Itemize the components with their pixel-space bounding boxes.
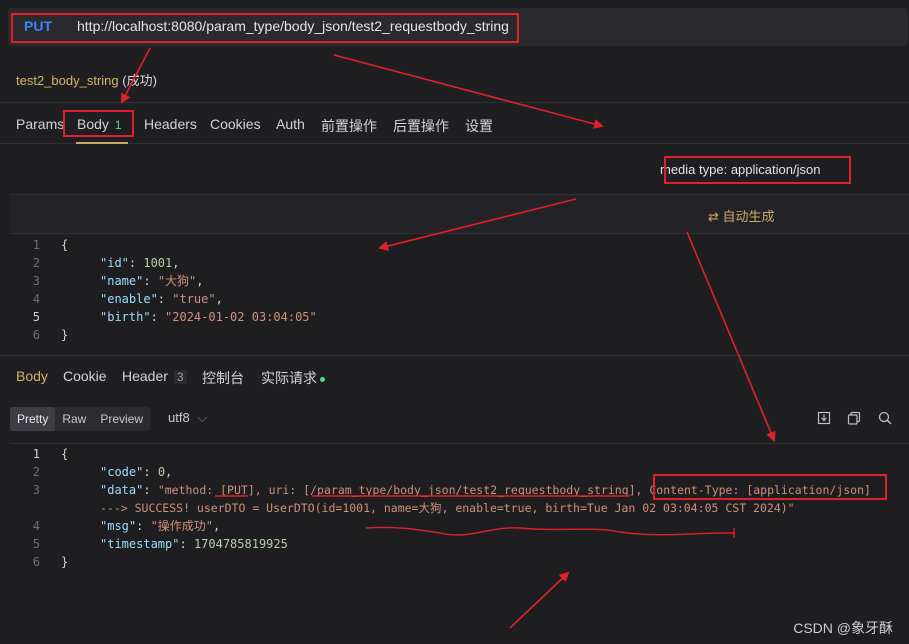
- copy-icon[interactable]: [846, 410, 862, 426]
- tab-pre-ops[interactable]: 前置操作: [321, 116, 377, 136]
- request-body-editor[interactable]: 1{ 2 "id": 1001, 3 "name": "大狗", 4 "enable"…: [10, 236, 909, 346]
- format-preview-button[interactable]: Preview: [93, 407, 150, 431]
- json-key: "msg": [100, 519, 137, 533]
- line-number: 1: [32, 447, 40, 461]
- line-number: 6: [32, 555, 40, 569]
- request-tabs: Params Body 1 Headers Cookies Auth 前置操作 后…: [0, 102, 909, 144]
- line-number: 4: [32, 519, 40, 533]
- json-key: "data": [100, 483, 144, 497]
- code-line: 5 "birth": "2024-01-02 03:04:05": [10, 308, 909, 326]
- resp-tab-console[interactable]: 控制台: [202, 368, 244, 388]
- encoding-select[interactable]: utf8 ⌵: [168, 410, 207, 426]
- api-name: test2_body_string (成功): [16, 70, 157, 89]
- line-number: 3: [32, 274, 40, 288]
- json-value: "true": [172, 292, 216, 306]
- url-bar[interactable]: PUT http://localhost:8080/param_type/bod…: [8, 8, 908, 46]
- json-value: "2024-01-02 03:04:05": [165, 310, 317, 324]
- resp-tab-cookie[interactable]: Cookie: [63, 368, 107, 384]
- code-line: 1{: [10, 236, 909, 254]
- resp-tab-header[interactable]: Header 3: [122, 368, 187, 384]
- resp-tab-header-badge: 3: [173, 370, 187, 384]
- code-text: {: [61, 238, 69, 252]
- line-number: 5: [32, 310, 40, 324]
- json-value: "method: [PUT], uri: [/param_type/body_j…: [157, 483, 871, 497]
- json-value: 1704785819925: [193, 537, 288, 551]
- tab-pre-ops-label: 前置操作: [321, 118, 377, 134]
- download-icon[interactable]: [816, 410, 832, 426]
- tab-headers-label: Headers: [144, 116, 197, 132]
- json-key: "code": [100, 465, 144, 479]
- json-key: "enable": [100, 292, 158, 306]
- tab-headers[interactable]: Headers: [144, 116, 197, 132]
- code-text: }: [61, 328, 69, 342]
- code-line: 2 "code": 0,: [10, 463, 909, 481]
- tab-body[interactable]: Body 1: [76, 116, 128, 144]
- code-line: 3 "name": "大狗",: [10, 272, 909, 290]
- format-pretty-button[interactable]: Pretty: [10, 407, 56, 431]
- resp-tab-header-label: Header: [122, 368, 168, 384]
- code-line: 6}: [10, 553, 909, 571]
- response-tabs: Body Cookie Header 3 控制台 实际请求: [0, 355, 909, 395]
- tab-cookies[interactable]: Cookies: [210, 116, 261, 132]
- json-key: "timestamp": [100, 537, 180, 551]
- api-status: (成功): [122, 73, 157, 88]
- code-line: 2 "id": 1001,: [10, 254, 909, 272]
- line-number: 2: [32, 256, 40, 270]
- auto-generate-button[interactable]: ⇄ 自动生成: [708, 206, 775, 225]
- code-line: ---> SUCCESS! userDTO = UserDTO(id=1001,…: [10, 499, 909, 517]
- tab-body-label: Body: [77, 116, 109, 132]
- tab-body-badge: 1: [114, 118, 122, 132]
- status-dot: [320, 376, 325, 382]
- code-line: 6}: [10, 326, 909, 344]
- line-number: 2: [32, 465, 40, 479]
- resp-tab-actual-request-label: 实际请求: [261, 370, 317, 386]
- tab-auth-label: Auth: [276, 116, 305, 132]
- line-number: 6: [32, 328, 40, 342]
- code-line: 1{: [10, 445, 909, 463]
- json-value: 0: [157, 465, 166, 479]
- url-input[interactable]: http://localhost:8080/param_type/body_js…: [77, 18, 509, 34]
- http-method[interactable]: PUT: [24, 18, 52, 34]
- line-number: 4: [32, 292, 40, 306]
- api-name-label: test2_body_string: [16, 73, 119, 88]
- json-key: "id": [100, 256, 129, 270]
- refresh-icon: ⇄: [708, 209, 719, 224]
- line-number: 3: [32, 483, 40, 497]
- json-value-continued: ---> SUCCESS! userDTO = UserDTO(id=1001,…: [100, 501, 795, 515]
- tab-params[interactable]: Params: [16, 116, 64, 132]
- tab-params-label: Params: [16, 116, 65, 132]
- watermark: CSDN @象牙酥: [793, 620, 893, 636]
- auto-generate-label: 自动生成: [722, 209, 775, 224]
- code-line: 3 "data": "method: [PUT], uri: [/param_ty…: [10, 481, 909, 499]
- json-key: "name": [100, 274, 144, 288]
- format-switch: Pretty Raw Preview: [10, 407, 151, 431]
- tab-post-ops-label: 后置操作: [393, 118, 449, 134]
- tab-cookies-label: Cookies: [210, 116, 261, 132]
- line-number: 1: [32, 238, 40, 252]
- code-text: }: [61, 555, 69, 569]
- code-line: 4 "msg": "操作成功",: [10, 517, 909, 535]
- media-type-selector[interactable]: media type: application/json: [660, 162, 820, 177]
- search-icon[interactable]: [877, 410, 893, 426]
- response-body-viewer[interactable]: 1{ 2 "code": 0, 3 "data": "method: [PUT], …: [10, 443, 909, 644]
- format-raw-button[interactable]: Raw: [55, 407, 93, 431]
- tab-settings[interactable]: 设置: [465, 116, 493, 136]
- resp-tab-body[interactable]: Body: [16, 368, 48, 384]
- encoding-value: utf8: [168, 410, 190, 425]
- code-line: 5 "timestamp": 1704785819925: [10, 535, 909, 553]
- code-line: 4 "enable": "true",: [10, 290, 909, 308]
- json-value: 1001: [143, 256, 173, 270]
- json-value: "操作成功": [150, 519, 214, 533]
- chevron-down-icon: ⌵: [197, 410, 208, 425]
- resp-tab-actual-request[interactable]: 实际请求: [261, 368, 325, 388]
- tab-settings-label: 设置: [465, 118, 493, 134]
- tab-auth[interactable]: Auth: [276, 116, 305, 132]
- code-text: {: [61, 447, 69, 461]
- line-number: 5: [32, 537, 40, 551]
- tab-post-ops[interactable]: 后置操作: [393, 116, 449, 136]
- json-value: "大狗": [157, 274, 197, 288]
- json-key: "birth": [100, 310, 151, 324]
